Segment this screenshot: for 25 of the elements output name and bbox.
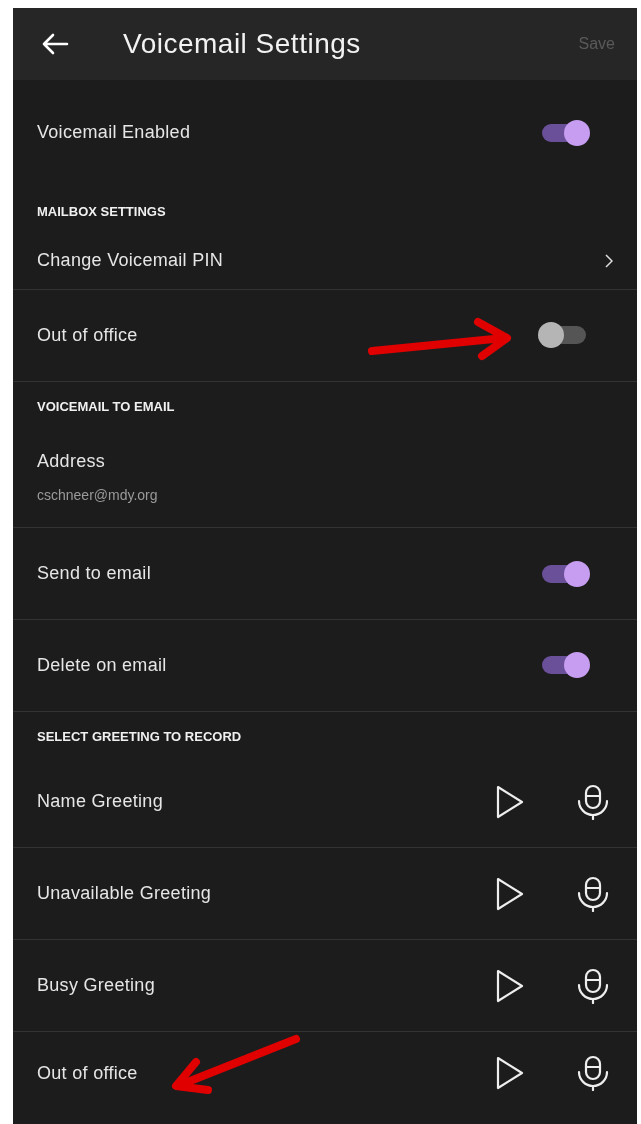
greeting-label: Unavailable Greeting xyxy=(37,882,212,906)
settings-row[interactable]: Change Voicemail PIN xyxy=(13,231,637,291)
microphone-icon[interactable] xyxy=(575,783,611,820)
greeting-label: Name Greeting xyxy=(37,790,163,814)
microphone-icon[interactable] xyxy=(575,875,611,912)
play-icon[interactable] xyxy=(495,1056,525,1091)
section-header: SELECT GREETING TO RECORD xyxy=(37,727,242,746)
email-address: cschneer@mdy.org xyxy=(37,486,159,506)
microphone-icon[interactable] xyxy=(575,1055,611,1092)
setting-label: Voicemail Enabled xyxy=(37,121,191,145)
screen-title: Voicemail Settings xyxy=(123,27,361,61)
microphone-icon[interactable] xyxy=(575,967,611,1004)
greeting-label: Out of office xyxy=(37,1061,138,1085)
chevron-right-icon xyxy=(605,253,613,268)
play-icon[interactable] xyxy=(495,784,525,819)
play-icon[interactable] xyxy=(495,968,525,1003)
setting-label: Delete on email xyxy=(37,653,167,677)
back-arrow-icon[interactable] xyxy=(41,33,69,55)
section-header: VOICEMAIL TO EMAIL xyxy=(37,397,175,416)
greeting-label: Busy Greeting xyxy=(37,974,155,998)
section-header: MAILBOX SETTINGS xyxy=(37,203,166,222)
setting-label: Send to email xyxy=(37,562,151,585)
play-icon[interactable] xyxy=(495,876,525,911)
setting-label: Out of office xyxy=(37,323,138,347)
field-label: Address xyxy=(37,450,107,474)
